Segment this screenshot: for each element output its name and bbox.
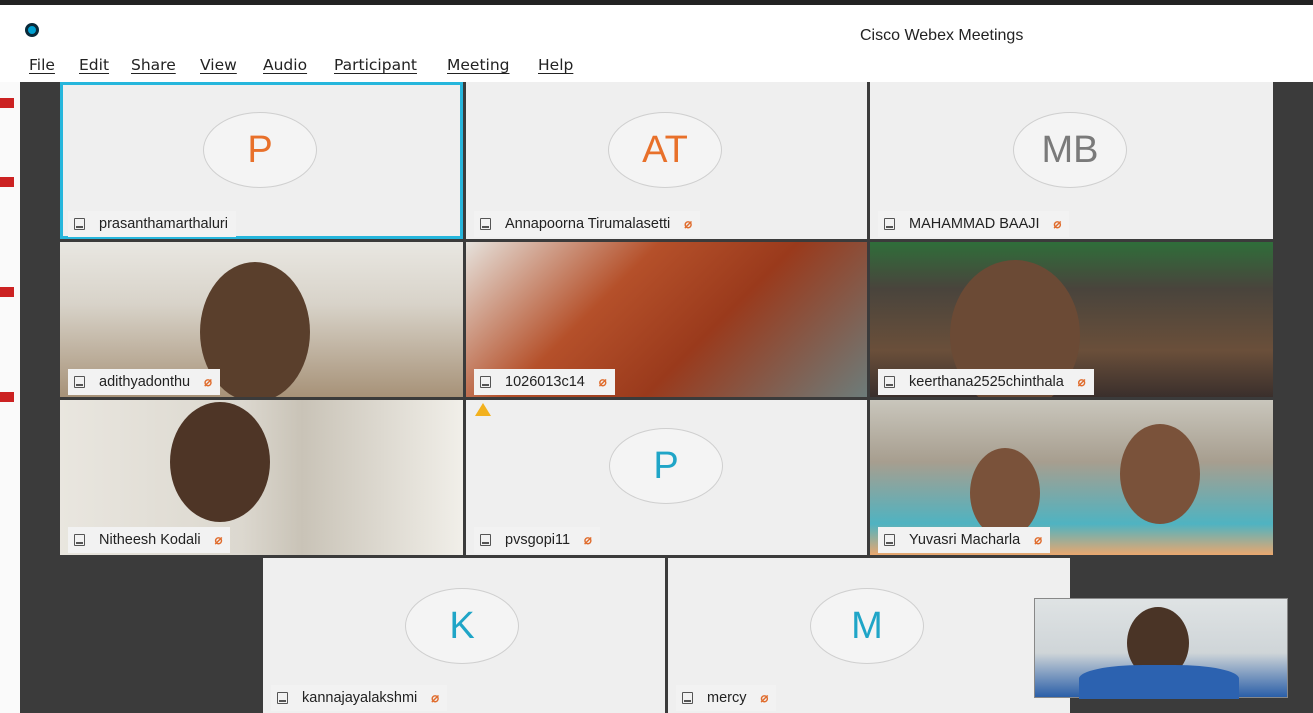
menu-file[interactable]: File bbox=[29, 56, 55, 74]
participant-video-tile[interactable]: Yuvasri Macharla ⌀ bbox=[870, 400, 1273, 555]
menu-bar: File Edit Share View Audio Participant M… bbox=[0, 47, 1313, 82]
participant-name: 1026013c14 bbox=[505, 374, 585, 390]
mic-muted-icon: ⌀ bbox=[584, 532, 592, 547]
participant-name: Annapoorna Tirumalasetti bbox=[505, 216, 671, 232]
device-icon bbox=[480, 218, 491, 230]
video-subject bbox=[1120, 424, 1200, 524]
webex-logo-icon bbox=[25, 23, 39, 37]
avatar-initials: MB bbox=[1041, 128, 1099, 171]
avatar-initials: P bbox=[653, 444, 679, 487]
participant-video-tile[interactable]: keerthana2525chinthala ⌀ bbox=[870, 242, 1273, 397]
device-icon bbox=[74, 534, 85, 546]
avatar: M bbox=[810, 588, 924, 664]
mic-muted-icon: ⌀ bbox=[684, 216, 693, 231]
device-icon bbox=[277, 692, 288, 704]
participant-name: pvsgopi11 bbox=[505, 532, 571, 548]
video-subject bbox=[170, 402, 270, 522]
participant-name: MAHAMMAD BAAJI bbox=[909, 216, 1040, 232]
participant-tile[interactable]: AT Annapoorna Tirumalasetti ⌀ bbox=[466, 82, 867, 239]
menu-help[interactable]: Help bbox=[538, 56, 573, 74]
window-title: Cisco Webex Meetings bbox=[860, 27, 1024, 44]
menu-audio[interactable]: Audio bbox=[263, 56, 307, 74]
participant-nameplate: pvsgopi11 ⌀ bbox=[474, 527, 600, 553]
avatar-initials: K bbox=[449, 604, 475, 647]
participant-name: prasanthamarthaluri bbox=[99, 216, 228, 232]
video-subject bbox=[970, 448, 1040, 538]
avatar: P bbox=[203, 112, 317, 188]
participant-nameplate: mercy ⌀ bbox=[676, 685, 777, 711]
device-icon bbox=[480, 376, 491, 388]
participant-tile[interactable]: K kannajayalakshmi ⌀ bbox=[263, 558, 665, 713]
menu-edit[interactable]: Edit bbox=[79, 56, 109, 74]
device-icon bbox=[74, 376, 85, 388]
avatar: P bbox=[609, 428, 723, 504]
avatar: AT bbox=[608, 112, 722, 188]
participant-tile[interactable]: MB MAHAMMAD BAAJI ⌀ bbox=[870, 82, 1273, 239]
mic-muted-icon: ⌀ bbox=[214, 532, 223, 547]
participant-nameplate: adithyadonthu ⌀ bbox=[68, 369, 220, 395]
participant-nameplate: Yuvasri Macharla ⌀ bbox=[878, 527, 1051, 553]
mic-muted-icon: ⌀ bbox=[1077, 374, 1086, 389]
participant-nameplate: Nitheesh Kodali ⌀ bbox=[68, 527, 231, 553]
participant-tile[interactable]: P prasanthamarthaluri bbox=[60, 82, 463, 239]
participant-nameplate: prasanthamarthaluri bbox=[68, 211, 236, 237]
participant-video-tile[interactable]: 1026013c14 ⌀ bbox=[466, 242, 867, 397]
participant-nameplate: keerthana2525chinthala ⌀ bbox=[878, 369, 1094, 395]
participant-name: Nitheesh Kodali bbox=[99, 532, 201, 548]
participant-name: mercy bbox=[707, 690, 747, 706]
self-view-video[interactable] bbox=[1034, 598, 1288, 699]
device-icon bbox=[74, 218, 85, 230]
participant-name: keerthana2525chinthala bbox=[909, 374, 1064, 390]
avatar-initials: AT bbox=[642, 128, 688, 171]
edge-marker bbox=[0, 287, 14, 297]
mic-muted-icon: ⌀ bbox=[760, 690, 769, 705]
menu-share[interactable]: Share bbox=[131, 56, 176, 74]
mic-muted-icon: ⌀ bbox=[1034, 532, 1043, 547]
participant-name: adithyadonthu bbox=[99, 374, 191, 390]
device-icon bbox=[884, 218, 895, 230]
participant-nameplate: Annapoorna Tirumalasetti ⌀ bbox=[474, 211, 701, 237]
background-window-edge bbox=[0, 82, 20, 713]
menu-participant[interactable]: Participant bbox=[334, 56, 417, 74]
participant-tile[interactable]: M mercy ⌀ bbox=[668, 558, 1070, 713]
device-icon bbox=[682, 692, 693, 704]
device-icon bbox=[884, 534, 895, 546]
avatar: MB bbox=[1013, 112, 1127, 188]
participant-video-tile[interactable]: Nitheesh Kodali ⌀ bbox=[60, 400, 463, 555]
participant-nameplate: kannajayalakshmi ⌀ bbox=[271, 685, 448, 711]
mic-muted-icon: ⌀ bbox=[204, 374, 212, 389]
device-icon bbox=[480, 534, 491, 546]
device-icon bbox=[884, 376, 895, 388]
participant-nameplate: MAHAMMAD BAAJI ⌀ bbox=[878, 211, 1070, 237]
mic-muted-icon: ⌀ bbox=[431, 690, 440, 705]
participant-video-tile[interactable]: adithyadonthu ⌀ bbox=[60, 242, 463, 397]
participant-name: kannajayalakshmi bbox=[302, 690, 418, 706]
edge-marker bbox=[0, 392, 14, 402]
mic-muted-icon: ⌀ bbox=[598, 374, 607, 389]
menu-meeting[interactable]: Meeting bbox=[447, 56, 510, 74]
video-subject-shirt bbox=[1079, 665, 1239, 699]
title-bar: Cisco Webex Meetings bbox=[0, 0, 1313, 47]
edge-marker bbox=[0, 177, 14, 187]
avatar-initials: M bbox=[851, 604, 883, 647]
mic-muted-icon: ⌀ bbox=[1053, 216, 1062, 231]
participant-name: Yuvasri Macharla bbox=[909, 532, 1021, 548]
participant-tile[interactable]: P pvsgopi11 ⌀ bbox=[466, 400, 867, 555]
warning-icon bbox=[475, 403, 491, 416]
participant-nameplate: 1026013c14 ⌀ bbox=[474, 369, 615, 395]
edge-marker bbox=[0, 98, 14, 108]
menu-view[interactable]: View bbox=[200, 56, 237, 74]
avatar: K bbox=[405, 588, 519, 664]
avatar-initials: P bbox=[247, 128, 273, 171]
